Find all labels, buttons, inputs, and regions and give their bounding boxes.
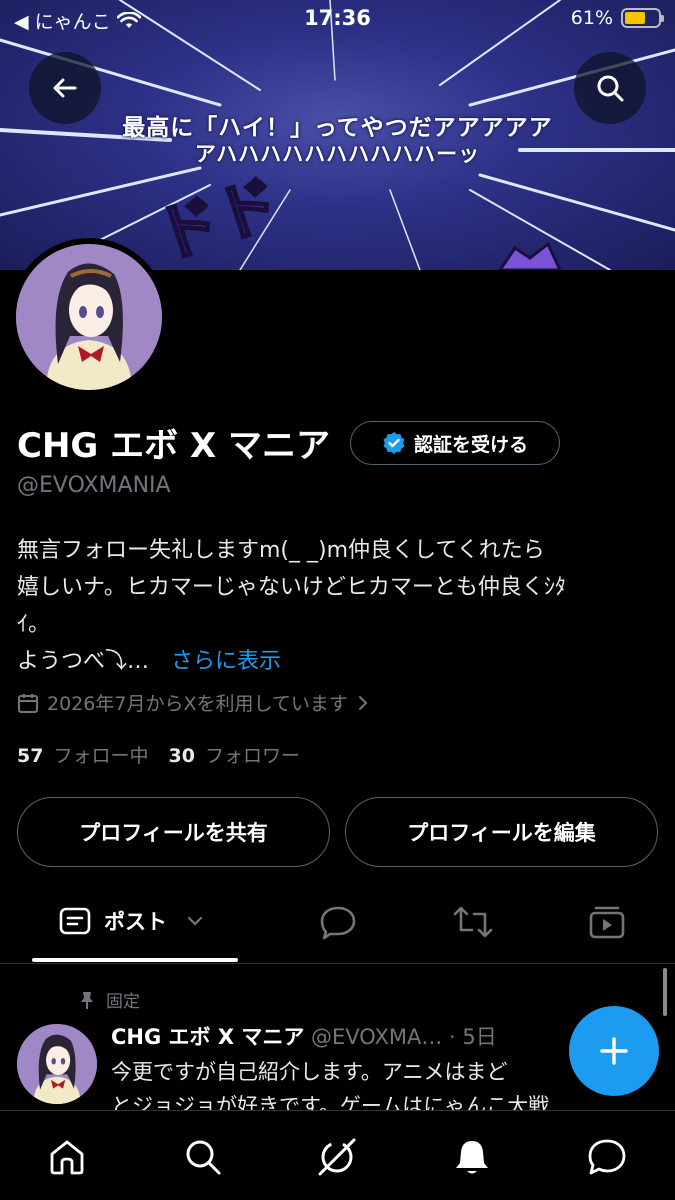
back-button[interactable]	[29, 52, 101, 124]
post-author[interactable]: CHG エボ X マニア	[111, 1025, 304, 1049]
post-header: CHG エボ X マニア @EVOXMA… · 5日	[111, 1021, 497, 1051]
grok-icon	[318, 1138, 356, 1176]
profile-avatar[interactable]	[10, 238, 168, 396]
bio-line: 嬉しいナ。ヒカマーじゃないけどヒカマーとも仲良くｼﾀ	[17, 575, 566, 600]
nav-home[interactable]	[45, 1135, 89, 1179]
profile-bio: 無言フォロー失礼しますm(_ _)m仲良くしてくれたら 嬉しいナ。ヒカマーじゃな…	[17, 532, 657, 680]
get-verified-label: 認証を受ける	[413, 433, 528, 456]
pin-icon	[81, 991, 93, 1009]
nav-messages[interactable]	[585, 1135, 629, 1179]
tab-media[interactable]	[588, 904, 626, 944]
calendar-icon	[18, 693, 38, 713]
nav-search[interactable]	[181, 1135, 225, 1179]
followers-label: フォロワー	[205, 745, 301, 767]
banner-caption-line2: アハハハハハハハハハハーッ	[194, 141, 481, 166]
following-link[interactable]: 57 フォロー中	[17, 745, 149, 767]
followers-link[interactable]: 30 フォロワー	[169, 745, 301, 767]
nav-grok[interactable]	[315, 1135, 359, 1179]
post-handle-time: @EVOXMA… · 5日	[311, 1025, 497, 1049]
nav-notifications[interactable]	[450, 1135, 494, 1179]
tab-posts[interactable]: ポスト	[58, 904, 205, 938]
reposts-icon	[453, 906, 493, 938]
home-icon	[50, 1140, 84, 1175]
profile-name: CHG エボ X マニア	[17, 426, 331, 466]
active-tab-indicator	[32, 958, 238, 962]
following-label: フォロー中	[53, 745, 149, 767]
show-more-link[interactable]: さらに表示	[171, 649, 281, 674]
tab-posts-label: ポスト	[104, 910, 167, 934]
edit-profile-button[interactable]: プロフィールを編集	[345, 797, 658, 867]
verified-badge-icon	[383, 432, 405, 454]
chevron-right-icon	[358, 695, 368, 710]
arrow-left-icon	[53, 78, 77, 98]
battery-level	[625, 12, 645, 24]
get-verified-button[interactable]: 認証を受ける	[350, 421, 560, 465]
joined-date[interactable]: 2026年7月からXを利用しています	[17, 689, 370, 716]
bio-line: ようつべ⤵…	[17, 649, 150, 674]
notifications-icon	[456, 1141, 488, 1174]
effect-text: ドド	[148, 165, 289, 270]
edit-profile-label: プロフィールを編集	[407, 821, 596, 845]
profile-tabs: ポスト	[0, 890, 675, 964]
joined-text: 2026年7月からXを利用しています	[47, 693, 348, 715]
tab-reposts[interactable]	[452, 904, 494, 944]
messages-icon	[588, 1139, 626, 1175]
tab-replies[interactable]	[318, 904, 358, 944]
share-profile-label: プロフィールを共有	[79, 821, 268, 845]
battery-icon	[621, 8, 664, 28]
following-count: 57	[17, 745, 44, 767]
replies-icon	[320, 906, 356, 940]
followers-count: 30	[168, 745, 195, 767]
post-avatar[interactable]	[17, 1024, 97, 1104]
bio-line-last: ようつべ⤵… さらに表示	[17, 643, 657, 680]
share-profile-button[interactable]: プロフィールを共有	[17, 797, 330, 867]
pinned-indicator: 固定	[78, 987, 140, 1012]
profile-handle: @EVOXMANIA	[17, 473, 171, 498]
avatar-image	[16, 244, 162, 390]
profile-banner[interactable]: ドド 最高に「ハイ！」ってやつだアアアアア アハハハハハハハハハハーッ	[0, 0, 675, 270]
follow-stats: 57 フォロー中 30 フォロワー	[17, 741, 300, 768]
compose-button[interactable]	[569, 1006, 659, 1096]
bio-line: 無言フォロー失礼しますm(_ _)m仲良くしてくれたら	[17, 538, 545, 563]
post-text-line: とジョジョが好きです。ゲームはにゃんこ大戦	[111, 1094, 550, 1111]
search-button[interactable]	[574, 52, 646, 124]
posts-icon	[59, 907, 91, 935]
banner-caption-line1: 最高に「ハイ！」ってやつだアアアアア	[122, 114, 553, 141]
pinned-label: 固定	[106, 992, 140, 1012]
bio-line: ｲ。	[17, 612, 51, 637]
chevron-down-icon	[187, 916, 203, 926]
plus-icon	[600, 1037, 628, 1065]
scrollbar[interactable]	[663, 968, 667, 1016]
media-icon	[589, 906, 625, 939]
battery-status: 61%	[570, 7, 664, 29]
search-icon	[186, 1140, 221, 1175]
search-icon	[597, 75, 624, 102]
status-bar: ◀ にゃんこ 17:36 61%	[0, 0, 675, 40]
battery-percent: 61%	[570, 7, 613, 29]
bottom-navigation	[0, 1110, 675, 1200]
